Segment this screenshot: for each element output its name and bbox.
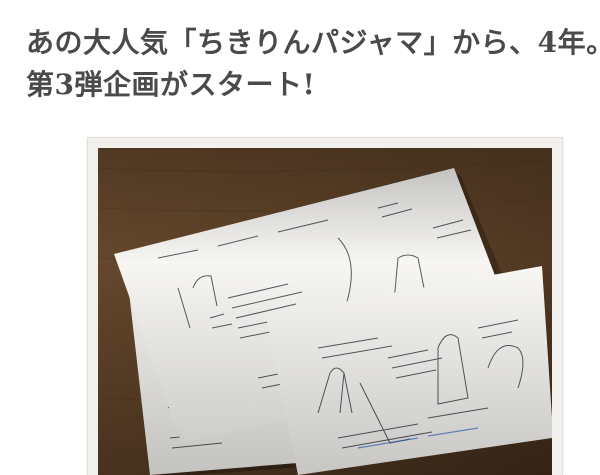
photo-frame [88,138,562,475]
headline: あの大人気「ちきりんパジャマ」から、4年。 第3弾企画がスタート! [26,22,600,106]
sketch-photo-illustration [98,148,552,475]
headline-line-1: あの大人気「ちきりんパジャマ」から、4年。 [26,26,600,59]
sketch-photo [98,148,552,475]
headline-line-2: 第3弾企画がスタート! [26,68,316,101]
